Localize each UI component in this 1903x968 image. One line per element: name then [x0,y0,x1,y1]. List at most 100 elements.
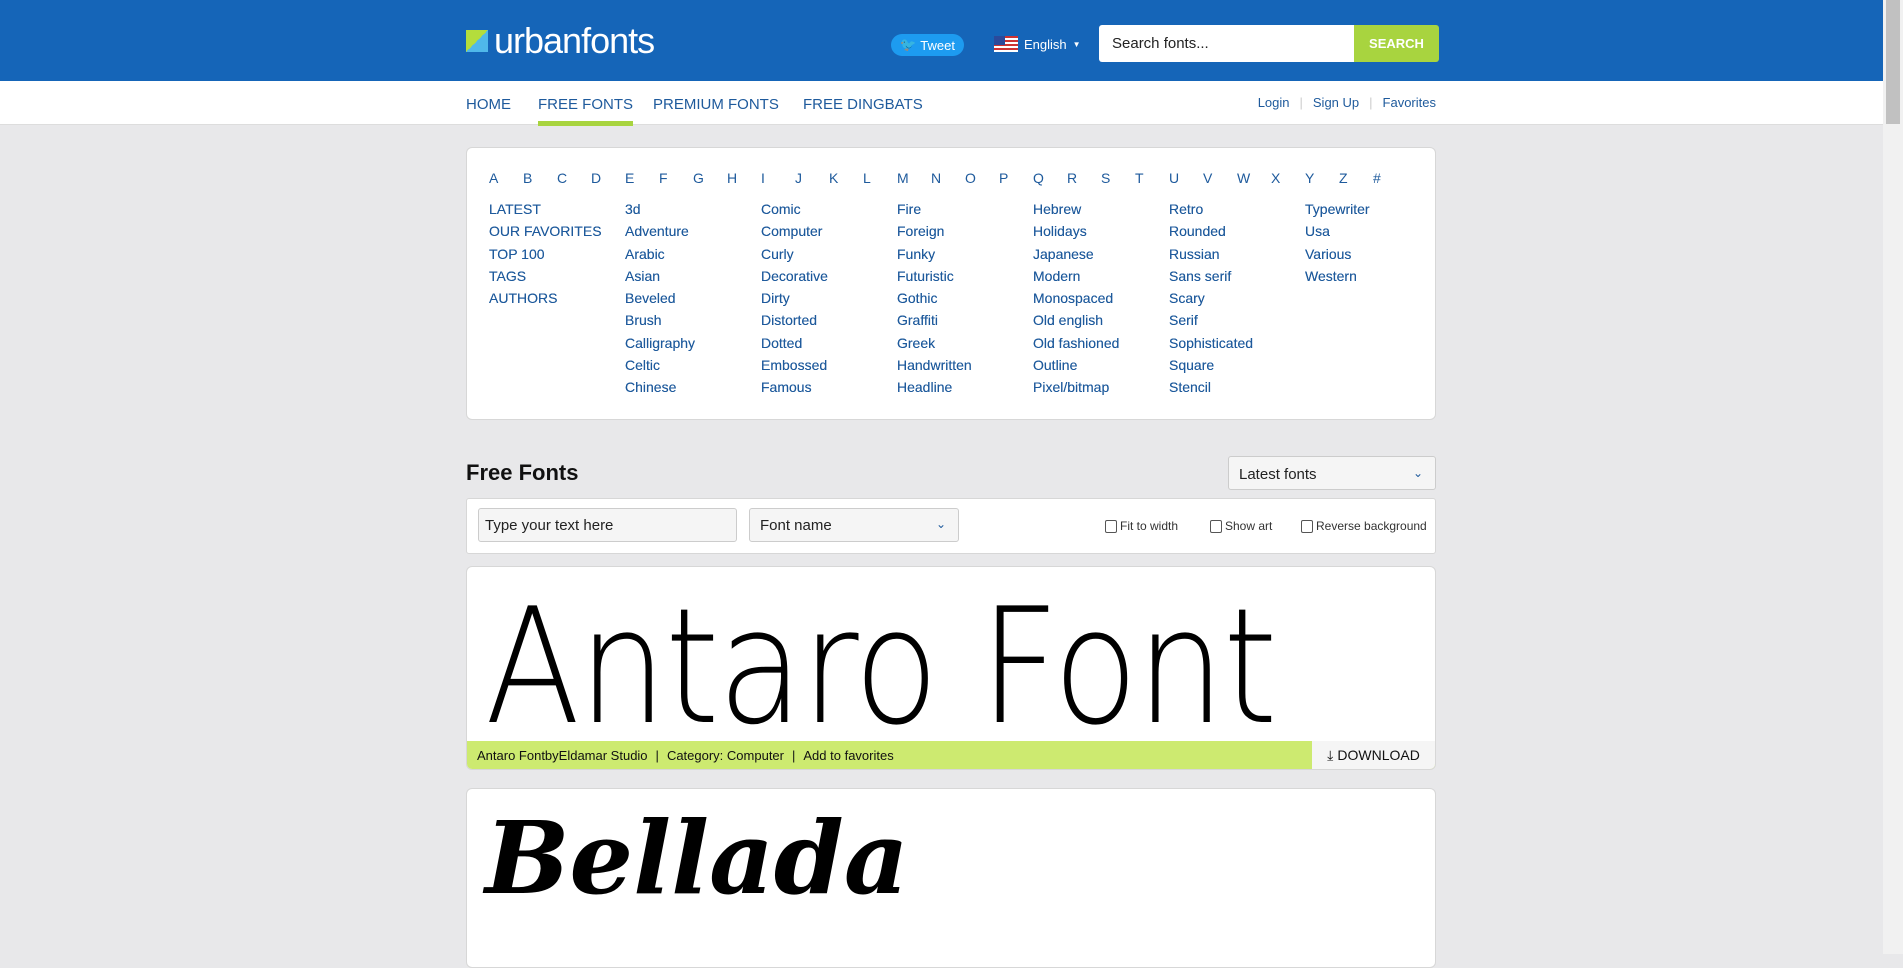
letter-link[interactable]: C [557,170,591,186]
category-link[interactable]: Usa [1305,223,1370,245]
category-link[interactable]: Sans serif [1169,268,1253,290]
category-link[interactable]: Sophisticated [1169,335,1253,357]
category-link[interactable]: Outline [1033,357,1119,379]
font-author-link[interactable]: Antaro FontbyEldamar Studio [477,748,648,763]
category-link[interactable]: Graffiti [897,312,972,334]
category-link[interactable]: Russian [1169,246,1253,268]
category-link[interactable]: Scary [1169,290,1253,312]
category-link[interactable]: Futuristic [897,268,972,290]
nav-premium-fonts[interactable]: PREMIUM FONTS [653,96,779,113]
category-link[interactable]: Comic [761,201,828,223]
font-name-select[interactable]: Font name ⌄ [749,508,959,542]
category-link[interactable]: Beveled [625,290,695,312]
nav-home[interactable]: HOME [466,96,511,113]
letter-link[interactable]: U [1169,170,1203,186]
letter-link[interactable]: Y [1305,170,1339,186]
category-link[interactable]: Brush [625,312,695,334]
font-category-link[interactable]: Category: Computer [667,748,784,763]
logo[interactable]: urbanfonts [466,20,655,62]
category-link[interactable]: Square [1169,357,1253,379]
letter-link[interactable]: N [931,170,965,186]
letter-link[interactable]: E [625,170,659,186]
letter-link[interactable]: P [999,170,1033,186]
scrollbar[interactable] [1883,0,1903,954]
favorites-link[interactable]: Favorites [1383,95,1436,110]
category-link[interactable]: Asian [625,268,695,290]
category-link[interactable]: Calligraphy [625,335,695,357]
letter-link[interactable]: S [1101,170,1135,186]
category-link[interactable]: Serif [1169,312,1253,334]
category-link[interactable]: Stencil [1169,379,1253,401]
letter-link[interactable]: D [591,170,625,186]
category-link[interactable]: Fire [897,201,972,223]
letter-link[interactable]: B [523,170,557,186]
sort-select[interactable]: Latest fonts ⌄ [1228,456,1436,490]
category-link[interactable]: LATEST [489,201,602,223]
letter-link[interactable]: X [1271,170,1305,186]
category-link[interactable]: Handwritten [897,357,972,379]
category-link[interactable]: Pixel/bitmap [1033,379,1119,401]
category-link[interactable]: Famous [761,379,828,401]
category-link[interactable]: Adventure [625,223,695,245]
letter-link[interactable]: # [1373,170,1407,186]
preview-text-input[interactable]: Type your text here [478,508,737,542]
category-link[interactable]: Holidays [1033,223,1119,245]
category-link[interactable]: Retro [1169,201,1253,223]
category-link[interactable]: Gothic [897,290,972,312]
category-link[interactable]: Western [1305,268,1370,290]
language-select[interactable]: English ▼ [994,36,1081,52]
download-button[interactable]: ⤓ DOWNLOAD [1312,741,1435,769]
category-link[interactable]: Decorative [761,268,828,290]
reverse-background-checkbox[interactable]: Reverse background [1301,519,1427,533]
category-link[interactable]: Greek [897,335,972,357]
fit-to-width-checkbox[interactable]: Fit to width [1105,519,1178,533]
category-link[interactable]: Embossed [761,357,828,379]
category-link[interactable]: Monospaced [1033,290,1119,312]
nav-free-dingbats[interactable]: FREE DINGBATS [803,96,923,113]
category-link[interactable]: Celtic [625,357,695,379]
search-button[interactable]: SEARCH [1354,25,1439,62]
category-link[interactable]: Japanese [1033,246,1119,268]
category-link[interactable]: Foreign [897,223,972,245]
login-link[interactable]: Login [1258,95,1290,110]
category-link[interactable]: Various [1305,246,1370,268]
letter-link[interactable]: J [795,170,829,186]
category-link[interactable]: Computer [761,223,828,245]
category-link[interactable]: Old fashioned [1033,335,1119,357]
category-link[interactable]: Chinese [625,379,695,401]
letter-link[interactable]: W [1237,170,1271,186]
letter-link[interactable]: Q [1033,170,1067,186]
letter-link[interactable]: H [727,170,761,186]
letter-link[interactable]: M [897,170,931,186]
category-link[interactable]: Funky [897,246,972,268]
category-link[interactable]: Rounded [1169,223,1253,245]
category-link[interactable]: Modern [1033,268,1119,290]
scrollbar-thumb[interactable] [1886,0,1900,124]
letter-link[interactable]: R [1067,170,1101,186]
signup-link[interactable]: Sign Up [1313,95,1359,110]
letter-link[interactable]: V [1203,170,1237,186]
category-link[interactable]: 3d [625,201,695,223]
nav-free-fonts[interactable]: FREE FONTS [538,96,634,126]
letter-link[interactable]: K [829,170,863,186]
category-link[interactable]: Arabic [625,246,695,268]
search-input[interactable] [1099,25,1354,62]
category-link[interactable]: Dotted [761,335,828,357]
letter-link[interactable]: I [761,170,795,186]
letter-link[interactable]: L [863,170,897,186]
category-link[interactable]: Headline [897,379,972,401]
category-link[interactable]: Typewriter [1305,201,1370,223]
add-to-favorites-link[interactable]: Add to favorites [803,748,893,763]
letter-link[interactable]: T [1135,170,1169,186]
letter-link[interactable]: O [965,170,999,186]
category-link[interactable]: Hebrew [1033,201,1119,223]
category-link[interactable]: TAGS [489,268,602,290]
category-link[interactable]: Curly [761,246,828,268]
letter-link[interactable]: Z [1339,170,1373,186]
category-link[interactable]: Distorted [761,312,828,334]
tweet-button[interactable]: 🐦 Tweet [891,34,964,56]
letter-link[interactable]: F [659,170,693,186]
category-link[interactable]: TOP 100 [489,246,602,268]
font-preview[interactable]: Antaro Font [485,573,1278,760]
category-link[interactable]: AUTHORS [489,290,602,312]
